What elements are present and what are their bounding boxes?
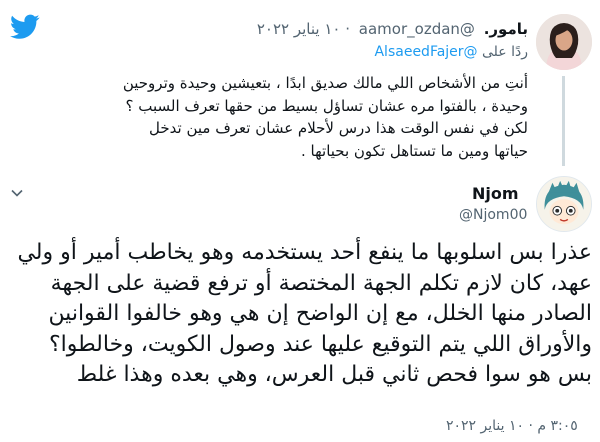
author-handle[interactable]: @Njom00 [459, 207, 539, 223]
avatar[interactable] [536, 176, 592, 232]
twitter-bird-icon [10, 14, 40, 40]
chevron-down-icon[interactable] [10, 186, 24, 200]
parent-tweet-header: بامور. @aamor_ozdan · ١٠ يناير ٢٠٢٢ [257, 20, 528, 38]
tweet-date[interactable]: · ١٠ يناير ٢٠٢٢ [257, 20, 350, 38]
parent-tweet-text: أنتِ من الأشخاص اللي مالك صديق ابدًا ، ب… [122, 74, 528, 160]
tweet-timestamp[interactable]: ٣:٠٥ م · ١٠ يناير ٢٠٢٢ [446, 418, 578, 434]
reply-mention-link[interactable]: @AlsaeedFajer [374, 44, 477, 60]
thread-connector-line [562, 76, 565, 166]
reply-context: ردًا على @AlsaeedFajer [374, 44, 528, 60]
main-tweet-text: عذرا بس اسلوبها ما ينفع أحد يستخدمه وهو … [17, 240, 592, 387]
avatar[interactable] [536, 14, 592, 70]
author-name[interactable]: Njom [472, 184, 532, 203]
author-name[interactable]: بامور. [484, 20, 528, 38]
reply-prefix: ردًا على [482, 44, 528, 60]
author-handle[interactable]: @aamor_ozdan [359, 20, 475, 38]
